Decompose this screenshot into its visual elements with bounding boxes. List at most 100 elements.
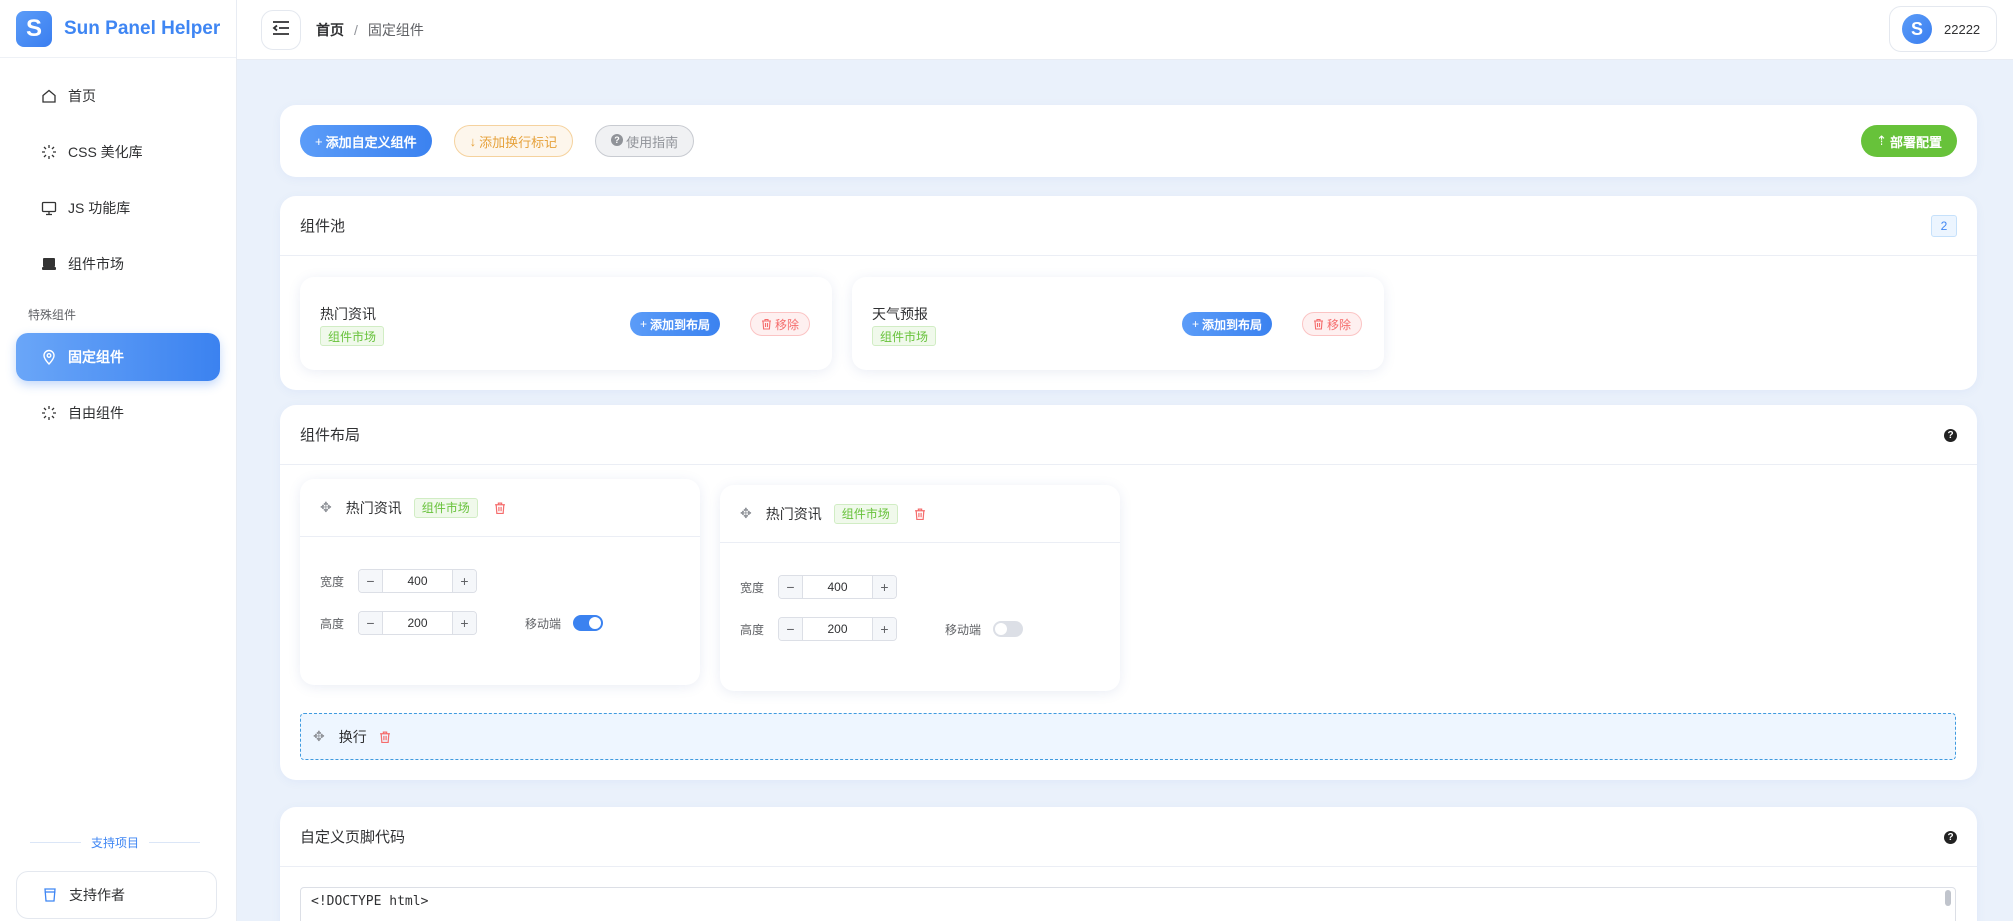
width-value[interactable]: 400 bbox=[383, 574, 452, 588]
increment-button[interactable]: + bbox=[872, 618, 897, 640]
brand-title: Sun Panel Helper bbox=[64, 17, 221, 39]
add-to-layout-button[interactable]: + 添加到布局 bbox=[630, 312, 721, 336]
home-icon bbox=[40, 87, 58, 105]
height-row: 高度 − 200 + 移动端 bbox=[320, 611, 604, 635]
sidebar: S Sun Panel Helper 首页 CSS 美化库 JS 功能库 组件市… bbox=[0, 0, 237, 921]
help-icon[interactable]: ? bbox=[1944, 429, 1957, 442]
footer-code-editor[interactable]: <!DOCTYPE html> bbox=[300, 887, 1956, 921]
layout-item-name: 热门资讯 bbox=[345, 499, 402, 516]
menu-fold-icon bbox=[271, 20, 291, 39]
height-stepper[interactable]: − 200 + bbox=[778, 617, 898, 641]
trash-icon[interactable] bbox=[379, 730, 391, 744]
drag-handle-icon[interactable]: ✥ bbox=[740, 505, 752, 522]
line-break-marker[interactable]: ✥ 换行 bbox=[300, 713, 1956, 760]
mobile-toggle[interactable] bbox=[573, 615, 604, 631]
monitor-icon bbox=[40, 199, 58, 217]
decrement-button[interactable]: − bbox=[779, 618, 804, 640]
layout-item-header: ✥ 热门资讯 组件市场 bbox=[300, 479, 700, 537]
add-break-marker-button[interactable]: ↓ 添加换行标记 bbox=[453, 125, 574, 157]
sidebar-item-label: JS 功能库 bbox=[68, 200, 131, 216]
user-name: 22222 bbox=[1944, 21, 1981, 37]
breadcrumb-separator: / bbox=[354, 21, 358, 38]
height-stepper[interactable]: − 200 + bbox=[358, 611, 478, 635]
usage-guide-button[interactable]: ? 使用指南 bbox=[595, 125, 695, 157]
height-value[interactable]: 200 bbox=[803, 622, 872, 636]
component-layout-header: 组件布局 ? bbox=[280, 405, 1977, 465]
width-value[interactable]: 400 bbox=[803, 580, 872, 594]
support-author-button[interactable]: 支持作者 bbox=[16, 871, 217, 919]
mobile-label: 移动端 bbox=[945, 622, 982, 637]
remove-button[interactable]: 移除 bbox=[1302, 312, 1363, 336]
user-menu[interactable]: S 22222 bbox=[1889, 6, 1997, 52]
top-header: 首页 / 固定组件 S 22222 bbox=[237, 0, 2013, 60]
layout-item-tag: 组件市场 bbox=[833, 503, 898, 524]
drag-handle-icon[interactable]: ✥ bbox=[313, 728, 325, 745]
sidebar-item-free[interactable]: 自由组件 bbox=[16, 389, 220, 437]
trash-icon bbox=[1313, 318, 1324, 330]
avatar: S bbox=[1902, 14, 1932, 44]
remove-button[interactable]: 移除 bbox=[750, 312, 811, 336]
increment-button[interactable]: + bbox=[872, 576, 897, 598]
trash-icon[interactable] bbox=[914, 507, 926, 521]
sparkle-icon bbox=[40, 143, 58, 161]
height-value[interactable]: 200 bbox=[383, 616, 452, 630]
sidebar-item-css[interactable]: CSS 美化库 bbox=[16, 128, 220, 176]
mobile-toggle[interactable] bbox=[993, 621, 1024, 637]
cup-icon bbox=[41, 886, 59, 904]
svg-text:?: ? bbox=[614, 135, 620, 145]
pool-item: 天气预报 组件市场 + 添加到布局 移除 bbox=[852, 277, 1384, 370]
sidebar-item-market[interactable]: 组件市场 bbox=[16, 240, 220, 288]
height-label: 高度 bbox=[740, 622, 765, 637]
add-custom-component-button[interactable]: + 添加自定义组件 bbox=[300, 125, 432, 157]
sidebar-item-label: 自由组件 bbox=[68, 405, 124, 421]
width-label: 宽度 bbox=[740, 580, 765, 595]
pool-item: 热门资讯 组件市场 + 添加到布局 移除 bbox=[300, 277, 832, 370]
pool-item-tag: 组件市场 bbox=[320, 326, 385, 346]
sidebar-item-fixed[interactable]: 固定组件 bbox=[16, 333, 220, 381]
increment-button[interactable]: + bbox=[452, 570, 477, 592]
help-icon[interactable]: ? bbox=[1944, 831, 1957, 844]
width-stepper[interactable]: − 400 + bbox=[778, 575, 898, 599]
component-pool-card: 组件池 2 热门资讯 组件市场 + 添加到布局 移除 天气预报 组件市场 + 添… bbox=[280, 196, 1977, 390]
sidebar-item-label: 首页 bbox=[68, 88, 96, 104]
height-row: 高度 − 200 + 移动端 bbox=[740, 617, 1024, 641]
store-icon bbox=[40, 255, 58, 273]
increment-button[interactable]: + bbox=[452, 612, 477, 634]
breadcrumb-current: 固定组件 bbox=[367, 21, 424, 38]
trash-icon[interactable] bbox=[494, 501, 506, 515]
trash-icon bbox=[761, 318, 772, 330]
drag-handle-icon[interactable]: ✥ bbox=[320, 499, 332, 516]
menu-toggle-button[interactable] bbox=[261, 9, 301, 50]
mobile-label: 移动端 bbox=[525, 616, 562, 631]
component-pool-title: 组件池 bbox=[300, 218, 346, 235]
layout-item[interactable]: ✥ 热门资讯 组件市场 宽度 − 400 + 高度 − 200 + 移动端 bbox=[720, 485, 1120, 691]
upload-icon: ⇡ bbox=[1876, 133, 1887, 148]
decrement-button[interactable]: − bbox=[359, 570, 384, 592]
footer-code-title: 自定义页脚代码 bbox=[300, 829, 406, 846]
scrollbar[interactable] bbox=[1945, 890, 1951, 906]
width-label: 宽度 bbox=[320, 574, 345, 589]
layout-item-header: ✥ 热门资讯 组件市场 bbox=[720, 485, 1120, 543]
layout-item-tag: 组件市场 bbox=[413, 497, 478, 518]
plus-icon: + bbox=[315, 133, 323, 149]
support-author-label: 支持作者 bbox=[69, 887, 125, 903]
decrement-button[interactable]: − bbox=[359, 612, 384, 634]
layout-item[interactable]: ✥ 热门资讯 组件市场 宽度 − 400 + 高度 − 200 + 移动端 bbox=[300, 479, 700, 685]
width-stepper[interactable]: − 400 + bbox=[358, 569, 478, 593]
plus-icon: + bbox=[640, 317, 648, 331]
sparkle-icon bbox=[40, 404, 58, 422]
sidebar-group-label: 特殊组件 bbox=[28, 308, 77, 322]
line-break-label: 换行 bbox=[338, 728, 367, 745]
brand[interactable]: S Sun Panel Helper bbox=[0, 0, 236, 58]
support-divider: 支持项目 bbox=[30, 834, 201, 851]
decrement-button[interactable]: − bbox=[779, 576, 804, 598]
sidebar-item-home[interactable]: 首页 bbox=[16, 72, 220, 120]
add-to-layout-button[interactable]: + 添加到布局 bbox=[1182, 312, 1273, 336]
deploy-config-button[interactable]: ⇡ 部署配置 bbox=[1861, 125, 1957, 157]
width-row: 宽度 − 400 + bbox=[320, 569, 478, 593]
breadcrumb-home[interactable]: 首页 bbox=[316, 20, 344, 40]
layout-item-name: 热门资讯 bbox=[765, 505, 822, 522]
sidebar-item-js[interactable]: JS 功能库 bbox=[16, 184, 220, 232]
arrow-down-icon: ↓ bbox=[469, 133, 477, 149]
component-layout-card: 组件布局 ? ✥ 热门资讯 组件市场 宽度 − 400 + 高度 − 200 + bbox=[280, 405, 1977, 780]
